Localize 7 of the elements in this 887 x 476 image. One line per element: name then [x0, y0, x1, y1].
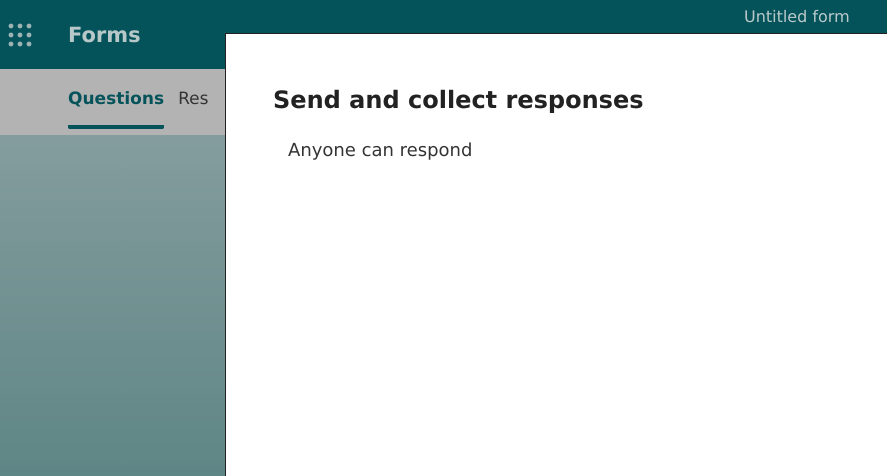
tab[interactable]: Questions	[68, 69, 164, 129]
audience-label: Anyone can respond	[288, 140, 474, 161]
app-launcher-icon[interactable]	[8, 22, 32, 46]
tab[interactable]: Res	[178, 69, 208, 129]
dialog-title: Send and collect responses	[273, 86, 644, 114]
form-title: Untitled form	[744, 7, 850, 27]
app-name: Forms	[68, 22, 141, 46]
